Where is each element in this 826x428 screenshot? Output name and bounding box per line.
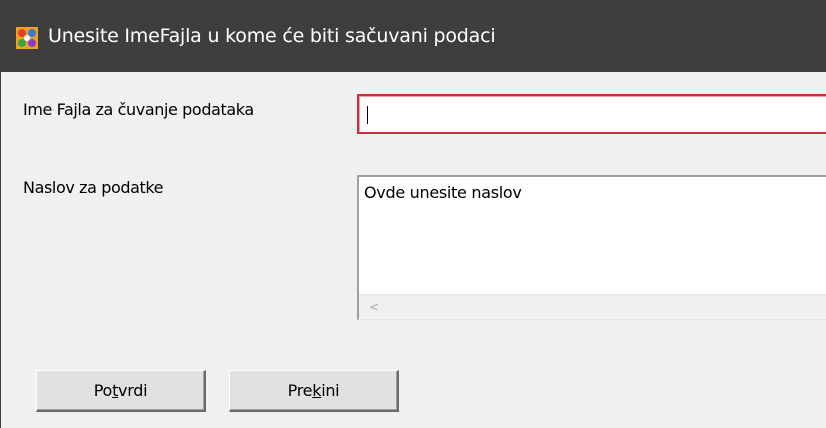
- text-caret: [367, 106, 368, 124]
- title-textarea-value: Ovde unesite naslov: [364, 183, 522, 202]
- title-label: Naslov za podatke: [23, 178, 164, 197]
- cancel-button[interactable]: Prekini: [229, 370, 399, 412]
- confirm-button-label: Po: [93, 381, 113, 400]
- title-textarea[interactable]: Ovde unesite naslov <: [357, 175, 826, 320]
- cancel-button-label-rest: ini: [321, 381, 340, 400]
- scroll-left-icon[interactable]: <: [369, 300, 379, 314]
- dialog-window: Unesite ImeFajla u kome će biti sačuvani…: [0, 0, 826, 428]
- app-icon: [16, 27, 38, 49]
- confirm-button[interactable]: Potvrdi: [36, 370, 206, 412]
- filename-input[interactable]: [357, 94, 826, 134]
- horizontal-scrollbar[interactable]: <: [359, 294, 826, 319]
- title-bar[interactable]: Unesite ImeFajla u kome će biti sačuvani…: [1, 0, 826, 72]
- confirm-button-label-rest: vrdi: [118, 381, 148, 400]
- filename-label: Ime Fajla za čuvanje podataka: [23, 100, 254, 119]
- cancel-button-label: Pre: [287, 381, 313, 400]
- cancel-button-accelerator: k: [312, 381, 322, 400]
- window-title: Unesite ImeFajla u kome će biti sačuvani…: [48, 25, 496, 47]
